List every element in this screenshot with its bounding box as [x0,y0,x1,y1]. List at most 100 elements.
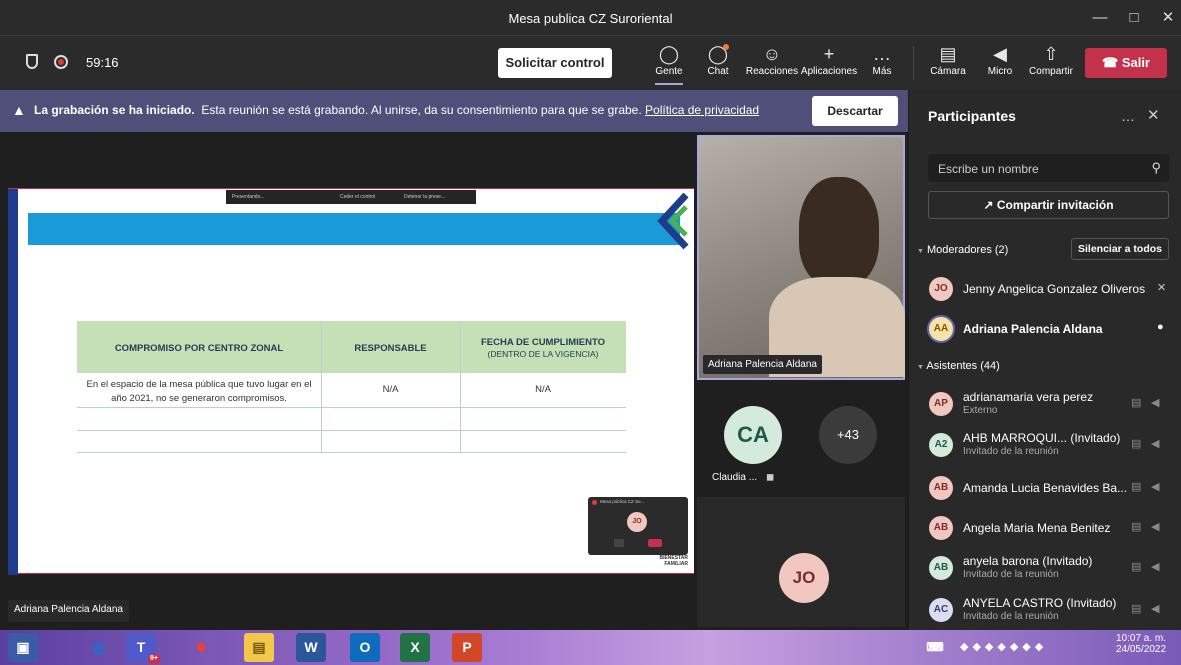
people-button[interactable]: ◯ Gente [641,42,697,86]
header-commitment: COMPROMISO POR CENTRO ZONAL [114,343,284,354]
word-icon[interactable]: W [296,633,326,662]
participant-row[interactable]: AB Amanda Lucia Benavides Ba... ▤ ◀ [921,470,1171,506]
mic-off-icon: ◀ [1151,438,1160,450]
attendees-section[interactable]: ▼ Asistentes (44) [917,360,1000,372]
share-icon: ⇧ [1043,44,1059,64]
chrome-icon[interactable]: ● [186,633,216,662]
search-icon: ⚲ [1151,160,1161,175]
recording-banner: ▲ La grabación se ha iniciado. Esta reun… [0,90,908,132]
avatar: AB [929,516,953,540]
header-date-sub: (DENTRO DE LA VIGENCIA) [487,349,599,359]
mic-off-icon: ◀ [1151,397,1160,409]
mini-window-title: Mesa pública CZ Su... [600,499,645,504]
share-button[interactable]: ⇧ Compartir [1025,42,1077,86]
participant-row[interactable]: AP adrianamaria vera perez Externo ▤ ◀ [921,386,1171,422]
meeting-timer: 59:16 [86,55,119,70]
title-bar: Mesa publica CZ Suroriental — □ ✕ [0,0,1181,36]
teams-icon[interactable]: T 9+ [126,633,160,664]
participant-row[interactable]: AC ANYELA CASTRO (Invitado) Invitado de … [921,592,1171,628]
slide-header-band [28,213,680,245]
reactions-button[interactable]: ☺ Reacciones [742,42,802,86]
apps-icon: + [823,44,835,64]
participant-row[interactable]: AB Angela Maria Mena Benitez ▤ ◀ [921,510,1171,546]
powerpoint-icon[interactable]: P [452,633,482,662]
more-participants-tile[interactable]: +43 [819,406,877,464]
video-name-tag: Adriana Palencia Aldana [703,355,822,374]
apps-label: Aplicaciones [800,66,858,77]
participant-row[interactable]: JO Jenny Angelica Gonzalez Oliveros ✕ [921,271,1171,307]
dismiss-button[interactable]: Descartar [812,96,898,126]
close-button[interactable]: ✕ [1156,7,1180,29]
leave-button[interactable]: ☎ Salir [1085,48,1167,78]
more-options-icon[interactable]: … [1121,108,1135,124]
mini-avatar: JO [627,512,647,532]
edge-icon[interactable]: e [84,633,114,662]
mic-off-icon: ◀ [1151,561,1160,573]
participant-name: Amanda Lucia Benavides Ba... [963,481,1128,495]
clock-date: 24/05/2022 [1115,644,1167,655]
meeting-toolbar: 59:16 Solicitar control ◯ Gente ◯ Chat ☺… [0,36,1181,90]
participant-name: AHB MARROQUI... (Invitado) [963,431,1121,445]
search-input[interactable]: Escribe un nombre ⚲ [928,154,1169,182]
give-control[interactable]: Ceder el control [340,194,375,200]
participant-row[interactable]: A2 AHB MARROQUI... (Invitado) Invitado d… [921,427,1171,463]
apps-button[interactable]: + Aplicaciones [798,42,860,86]
participant-row[interactable]: AB anyela barona (Invitado) Invitado de … [921,550,1171,586]
moderators-section[interactable]: ▼ Moderadores (2) [917,244,1008,256]
share-invite-button[interactable]: ↗ Compartir invitación [928,191,1169,219]
start-icon[interactable]: ▣ [8,633,38,662]
presenter-name-tag: Adriana Palencia Aldana [8,600,129,622]
panel-title: Participantes [928,108,1016,124]
mic-button[interactable]: ◀ Micro [976,42,1024,86]
system-tray-icons[interactable]: ◆◆◆◆◆◆◆ [960,640,1047,653]
keyboard-icon[interactable]: ⌨ [920,633,950,662]
outlook-icon[interactable]: O [350,633,380,662]
more-icon: … [873,44,891,64]
participant-row[interactable]: AA Adriana Palencia Aldana ● [921,311,1171,347]
mic-muted-icon: ◼ [766,472,775,483]
participant-role: Externo [963,405,998,416]
camera-off-icon: ▤ [1131,481,1142,493]
avatar: A2 [929,433,953,457]
slide-left-bar [8,189,18,575]
camera-off-icon: ▤ [1131,438,1142,450]
main-video-tile[interactable]: Adriana Palencia Aldana [697,135,905,380]
privacy-link[interactable]: Política de privacidad [645,103,759,117]
stop-presenting[interactable]: Detener la prese... [404,194,445,200]
mini-meeting-window[interactable]: Mesa pública CZ Su... JO [588,497,688,555]
presenting-bar: Presentando... Ceder el control Detener … [226,190,476,204]
tile-name: Claudia ... [712,472,758,483]
mute-all-button[interactable]: Silenciar a todos [1071,238,1169,260]
camera-button[interactable]: ▤ Cámara [924,42,972,86]
mic-off-icon: ✕ [1157,282,1167,294]
camera-off-icon: ▤ [1131,561,1142,573]
table-cell: En el espacio de la mesa pública que tuv… [86,379,312,404]
avatar[interactable]: CA [724,406,782,464]
phone-hangup-icon: ☎ [1101,55,1119,70]
mic-on-icon: ● [1157,321,1164,333]
excel-icon[interactable]: X [400,633,430,662]
person-silhouette [799,177,879,287]
camera-off-icon: ▤ [1131,521,1142,533]
chat-button[interactable]: ◯ Chat [690,42,746,86]
participant-name: adrianamaria vera perez [963,390,1094,404]
header-date: FECHA DE CUMPLIMIENTO [480,337,606,348]
minimize-button[interactable]: — [1088,7,1112,29]
mic-off-icon: ◀ [1151,481,1160,493]
participant-tile-jo[interactable]: JO [697,497,905,627]
close-panel-icon[interactable]: ✕ [1147,106,1160,124]
recording-icon [54,55,68,69]
participants-panel: Participantes … ✕ Escribe un nombre ⚲ ↗ … [908,90,1181,630]
request-control-button[interactable]: Solicitar control [498,48,612,78]
clock[interactable]: 10:07 a. m. 24/05/2022 [1108,633,1174,655]
avatar: AP [929,392,953,416]
maximize-button[interactable]: □ [1122,7,1146,29]
clock-time: 10:07 a. m. [1115,633,1167,644]
table-cell: N/A [535,384,551,395]
participant-name: ANYELA CASTRO (Invitado) [963,596,1117,610]
participant-name: Adriana Palencia Aldana [963,322,1103,336]
attendees-label: Asistentes (44) [926,360,1000,372]
more-button[interactable]: … Más [854,42,910,86]
teams-badge: 9+ [148,654,160,664]
file-explorer-icon[interactable]: ▤ [244,633,274,662]
